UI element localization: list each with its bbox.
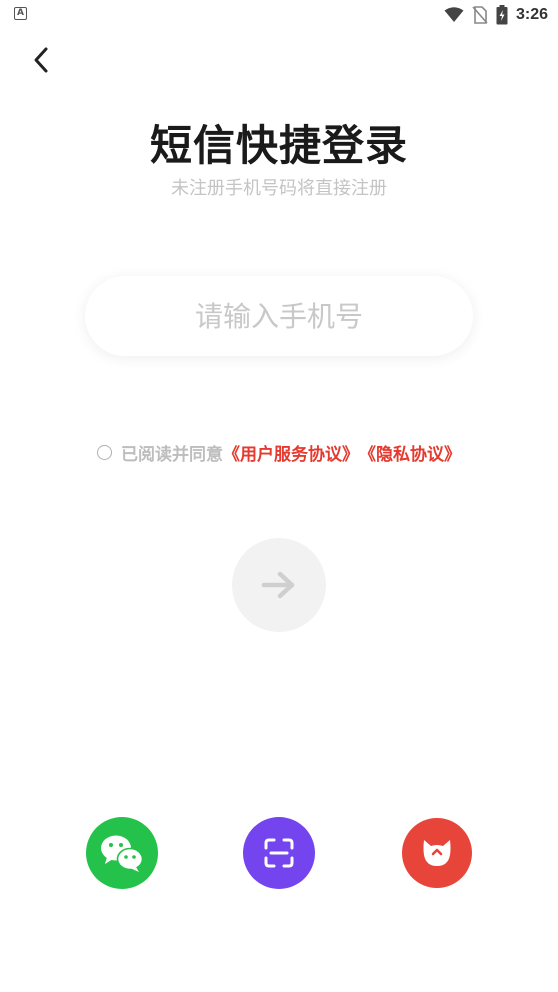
status-time: 3:26 <box>515 6 548 23</box>
agreement-prefix: 已阅读并同意 <box>121 445 223 465</box>
page-title: 短信快捷登录 <box>149 121 408 170</box>
phone-input[interactable] <box>117 285 441 347</box>
scan-icon <box>264 838 294 868</box>
status-bar: A 3:26 <box>0 0 558 30</box>
arrow-right-icon <box>261 571 295 599</box>
no-sim-icon <box>472 6 488 24</box>
next-button[interactable] <box>232 538 326 632</box>
scan-login-button[interactable] <box>243 817 315 889</box>
wechat-icon <box>101 835 144 872</box>
notification-app-icon: A <box>14 7 27 20</box>
wifi-icon <box>444 7 464 22</box>
chevron-left-icon <box>34 47 48 73</box>
page-subtitle: 未注册手机号码将直接注册 <box>171 178 387 199</box>
agreement-checkbox[interactable] <box>97 445 112 460</box>
privacy-policy-link[interactable]: 《隐私协议》 <box>359 440 461 465</box>
cat-login-button[interactable] <box>402 818 472 888</box>
user-agreement-link[interactable]: 《用户服务协议》 <box>223 440 359 465</box>
cat-icon <box>423 840 451 866</box>
phone-input-container <box>85 276 473 356</box>
status-icons: 3:26 <box>444 4 548 26</box>
battery-charging-icon <box>496 5 508 25</box>
back-button[interactable] <box>24 42 58 78</box>
login-screen: A 3:26 短信快捷登录 未注册手机号码将直接注册 请输入手机号 已阅读并同意… <box>0 0 558 992</box>
agreement-row: 已阅读并同意 《用户服务协议》 《隐私协议》 <box>0 440 558 465</box>
wechat-login-button[interactable] <box>86 817 158 889</box>
